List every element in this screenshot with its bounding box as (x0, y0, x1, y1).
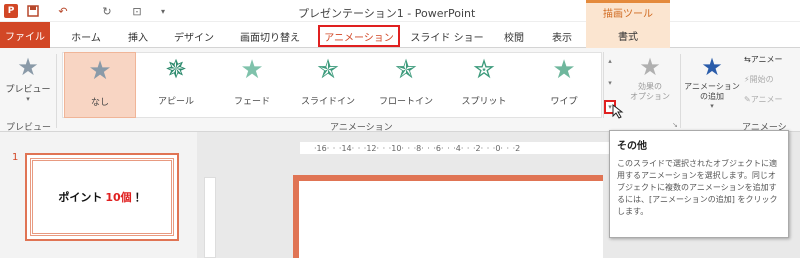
burst-star-icon: ✵ (165, 55, 187, 85)
cursor-icon (612, 104, 624, 119)
gallery-item-label: ワイプ (550, 97, 578, 107)
add-animation-label: アニメーション の追加 (684, 82, 740, 101)
scroll-down-icon[interactable]: ▾ (604, 76, 616, 90)
tab-format[interactable]: 書式 (586, 22, 670, 48)
window-title: プレゼンテーション1 - PowerPoint (298, 7, 476, 20)
ribbon: ★ プレビュー ▾ プレビュー ★ なし ✵ アピール ★ フェード ✯ スライ… (0, 48, 800, 133)
right-item-label: アニメー (750, 95, 783, 104)
slide-thumbnail[interactable]: ポイント 10個 ！ (25, 153, 179, 241)
gallery-item-label: スプリット (461, 97, 507, 107)
effect-options-label: 効果の オプション (630, 82, 670, 101)
chevron-down-icon: ▾ (26, 95, 30, 103)
tab-file[interactable]: ファイル (0, 22, 50, 48)
tab-transitions[interactable]: 画面切り替え (232, 25, 308, 47)
preview-button[interactable]: ★ プレビュー ▾ (2, 52, 54, 112)
gallery-item-label: なし (90, 98, 109, 108)
customize-icon[interactable]: ▾ (156, 4, 170, 18)
gallery-item-label: アピール (157, 97, 194, 107)
tooltip-body: このスライドで選択されたオブジェクトに適用するアニメーションを選択します。同じオ… (617, 159, 778, 216)
tab-review[interactable]: 校閲 (494, 25, 534, 47)
gallery-item-none[interactable]: ★ なし (64, 52, 136, 118)
tab-view[interactable]: 表示 (542, 25, 582, 47)
thumbnail-content: ポイント 10個 ！ (30, 158, 174, 236)
star-icon: ★ (240, 55, 264, 85)
trigger-button[interactable]: ⚡開始の (744, 74, 774, 85)
preview-star-icon: ★ (17, 53, 39, 81)
animation-painter-button[interactable]: ✎アニメー (744, 94, 783, 105)
ribbon-tabs: ファイル ホーム 挿入 デザイン 画面切り替え アニメーション スライド ショー… (0, 22, 800, 48)
slide-canvas[interactable] (293, 175, 603, 258)
horizontal-ruler: ·16· · ·14· · ·12· · ·10· · ·8· · ·6· · … (300, 142, 610, 154)
thumb-text: ！ (134, 191, 146, 204)
scroll-up-icon[interactable]: ▴ (604, 54, 616, 68)
undo-icon[interactable]: ↶ (56, 4, 70, 18)
thumbnail-pane: 1 ポイント 10個 ！ (0, 132, 197, 258)
thumb-text-red: 10個 (105, 191, 132, 204)
presentation-icon[interactable]: ⊡ (130, 4, 144, 18)
tab-animations[interactable]: アニメーション (318, 25, 400, 47)
gallery-item-appear[interactable]: ✵ アピール (140, 52, 212, 118)
add-star-icon: ★ (701, 53, 723, 81)
star-icon: ★ (88, 56, 112, 86)
gallery-item-label: スライドイン (300, 97, 355, 107)
gallery-item-float-in[interactable]: ✯ フロートイン (370, 52, 442, 118)
gallery-item-label: フロートイン (378, 97, 433, 107)
add-animation-button[interactable]: ★ アニメーション の追加 ▾ (684, 52, 740, 118)
divider (56, 54, 57, 128)
tooltip: その他 このスライドで選択されたオブジェクトに適用するアニメーションを選択します… (609, 130, 789, 238)
gallery-item-fade[interactable]: ★ フェード (216, 52, 288, 118)
gallery-item-fly-in[interactable]: ✯ スライドイン (292, 52, 364, 118)
divider (680, 54, 681, 128)
tooltip-title: その他 (617, 141, 647, 152)
tab-home[interactable]: ホーム (64, 25, 108, 47)
animation-pane-button[interactable]: ⇆アニメー (744, 54, 783, 65)
star-icon: ★ (552, 55, 576, 85)
pane-icon: ⇆ (744, 55, 751, 64)
save-icon[interactable] (26, 4, 40, 18)
tab-design[interactable]: デザイン (166, 25, 222, 47)
vertical-ruler (204, 177, 216, 258)
dialog-launcher-icon[interactable]: ↘ (672, 121, 678, 129)
right-item-label: アニメー (750, 55, 783, 64)
chevron-down-icon: ▾ (710, 102, 714, 110)
star-icon: ✮ (473, 55, 495, 85)
star-icon: ✯ (317, 55, 339, 85)
thumb-text: ポイント (58, 191, 103, 204)
star-icon: ✯ (395, 55, 417, 85)
painter-icon: ✎ (744, 95, 751, 104)
gallery-item-split[interactable]: ✮ スプリット (448, 52, 520, 118)
right-item-label: 開始の (749, 75, 774, 84)
redo-icon[interactable]: ↻ (100, 4, 114, 18)
preview-label: プレビュー (5, 85, 51, 95)
tab-insert[interactable]: 挿入 (118, 25, 158, 47)
drawing-tools-context: 描画ツール (586, 0, 670, 22)
gallery-item-label: フェード (233, 97, 270, 107)
gallery-item-wipe[interactable]: ★ ワイプ (528, 52, 600, 118)
slide-number: 1 (12, 152, 19, 163)
title-bar: P ↶ ↻ ⊡ ▾ プレゼンテーション1 - PowerPoint 描画ツール (0, 0, 800, 22)
effect-options-button[interactable]: ★ 効果の オプション (628, 52, 672, 118)
star-icon: ★ (639, 53, 661, 81)
powerpoint-icon[interactable]: P (4, 4, 18, 18)
tab-slideshow[interactable]: スライド ショー (408, 25, 486, 47)
